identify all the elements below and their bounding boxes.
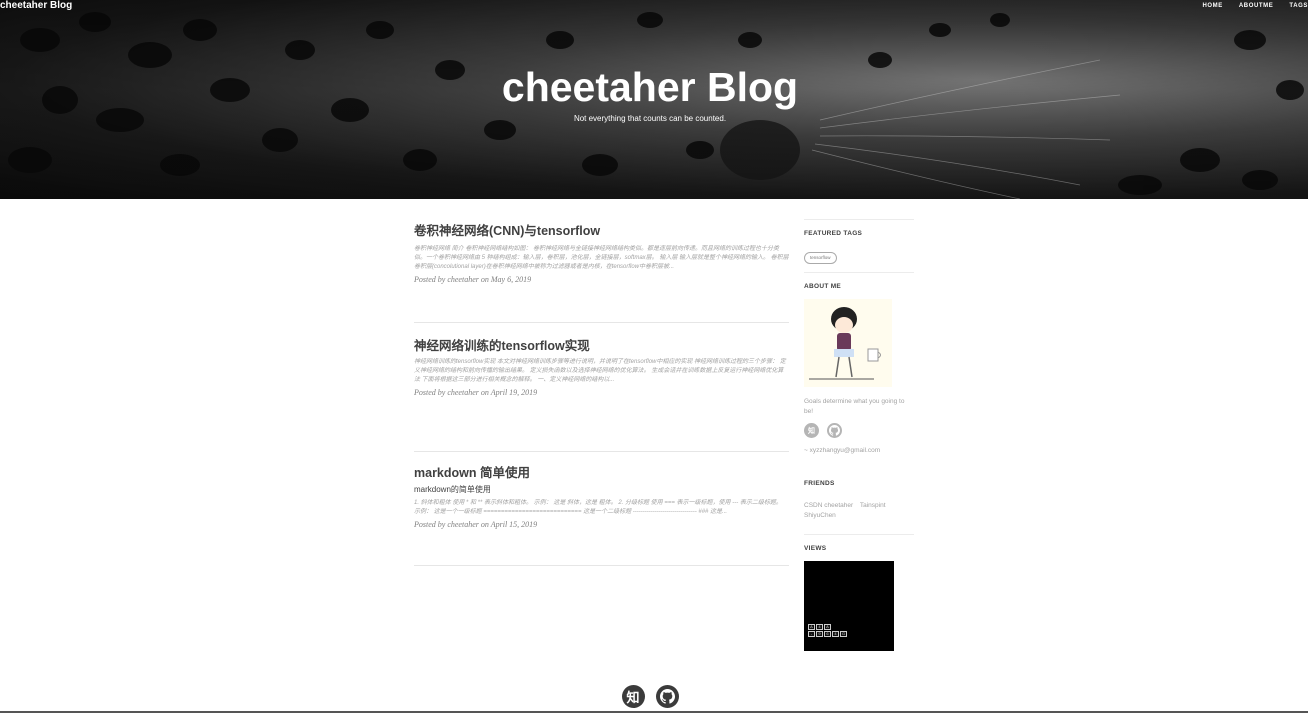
post-subtitle[interactable]: markdown的简单使用 bbox=[414, 484, 789, 496]
counter-key: G bbox=[840, 631, 847, 637]
about-me-heading: ABOUT ME bbox=[804, 283, 842, 290]
counter-key: 4 bbox=[832, 631, 839, 637]
zhihu-icon[interactable]: 知 bbox=[804, 423, 819, 438]
counter-key: 6 bbox=[824, 631, 831, 637]
counter-key: - bbox=[808, 631, 815, 637]
post-list: 卷积神经网络(CNN)与tensorflow 卷积神经网络 简介 卷积神经网络结… bbox=[414, 219, 789, 566]
views-heading: VIEWS bbox=[804, 545, 827, 552]
post-excerpt[interactable]: 神经网络训练的tensorflow实现 本文对神经网络训练步骤等进行说明，并说明… bbox=[414, 358, 789, 385]
about-me-text: Goals determine what you going to be! bbox=[804, 398, 905, 415]
site-subtitle: Not everything that counts can be counte… bbox=[573, 114, 727, 123]
post-title-link[interactable]: 神经网络训练的tensorflow实现 bbox=[414, 338, 789, 354]
post-preview: 卷积神经网络(CNN)与tensorflow 卷积神经网络 简介 卷积神经网络结… bbox=[414, 223, 789, 323]
about-me-links: 知 bbox=[804, 423, 914, 438]
site-title: cheetaher Blog bbox=[501, 64, 799, 110]
counter-key: A bbox=[808, 624, 815, 630]
visitor-counter-keys: A 4 A - 9 6 4 G bbox=[808, 624, 847, 638]
zhihu-icon[interactable]: 知 bbox=[621, 685, 645, 708]
github-icon[interactable] bbox=[827, 423, 842, 438]
top-nav: HOME ABOUTME TAGS bbox=[1194, 2, 1308, 10]
post-meta: Posted by cheetaher on May 6, 2019 bbox=[414, 275, 532, 284]
friend-link[interactable]: ShiyuChen bbox=[804, 512, 836, 519]
nav-aboutme[interactable]: ABOUTME bbox=[1231, 2, 1282, 10]
post-preview: markdown 简单使用 markdown的简单使用 1. 斜体和粗体 使用 … bbox=[414, 465, 789, 566]
email-text[interactable]: ~ xyzzhangyu@gmail.com bbox=[804, 446, 914, 456]
tag-tensorflow[interactable]: tensorflow bbox=[804, 252, 837, 264]
site-footer: 知 bbox=[0, 685, 1300, 708]
post-excerpt[interactable]: 卷积神经网络 简介 卷积神经网络结构如图： 卷积神经网络与全链接神经网络结构类似… bbox=[414, 245, 789, 272]
friend-link[interactable]: Tainspint bbox=[860, 502, 886, 509]
post-meta: Posted by cheetaher on April 15, 2019 bbox=[414, 520, 538, 529]
counter-key: A bbox=[824, 624, 831, 630]
friends-links: CSDN cheetaher Tainspint ShiyuChen bbox=[804, 501, 914, 521]
counter-key: 9 bbox=[816, 631, 823, 637]
featured-tags-section: FEATURED TAGS tensorflow bbox=[804, 219, 914, 272]
about-me-section: ABOUT ME Goals determine what you going … bbox=[804, 272, 914, 484]
visitor-counter-widget[interactable]: A 4 A - 9 6 4 G bbox=[804, 561, 894, 651]
counter-key: 4 bbox=[816, 624, 823, 630]
post-meta: Posted by cheetaher on April 19, 2019 bbox=[414, 388, 538, 397]
views-section: VIEWS A 4 A - 9 6 4 G bbox=[804, 534, 914, 651]
post-title-link[interactable]: 卷积神经网络(CNN)与tensorflow bbox=[414, 223, 789, 239]
post-title-link[interactable]: markdown 简单使用 bbox=[414, 465, 789, 481]
avatar bbox=[804, 299, 892, 387]
friend-link[interactable]: CSDN cheetaher bbox=[804, 502, 853, 509]
site-header: cheetaher Blog HOME ABOUTME TAGS cheetah… bbox=[0, 0, 1308, 199]
friends-heading: FRIENDS bbox=[804, 480, 835, 487]
friends-block: FRIENDS CSDN cheetaher Tainspint ShiyuCh… bbox=[804, 480, 914, 534]
sidebar: FEATURED TAGS tensorflow ABOUT ME Goals … bbox=[804, 219, 914, 651]
brand-link[interactable]: cheetaher Blog bbox=[0, 0, 72, 12]
nav-home[interactable]: HOME bbox=[1194, 2, 1230, 10]
post-excerpt[interactable]: 1. 斜体和粗体 使用 * 和 ** 表示斜体和粗体。 示例： 这是 斜体，这是… bbox=[414, 499, 789, 517]
post-preview: 神经网络训练的tensorflow实现 神经网络训练的tensorflow实现 … bbox=[414, 338, 789, 452]
nav-tags[interactable]: TAGS bbox=[1281, 2, 1308, 10]
featured-tags-heading: FEATURED TAGS bbox=[804, 230, 863, 237]
github-icon[interactable] bbox=[655, 685, 679, 708]
avatar-illustration bbox=[809, 307, 881, 380]
